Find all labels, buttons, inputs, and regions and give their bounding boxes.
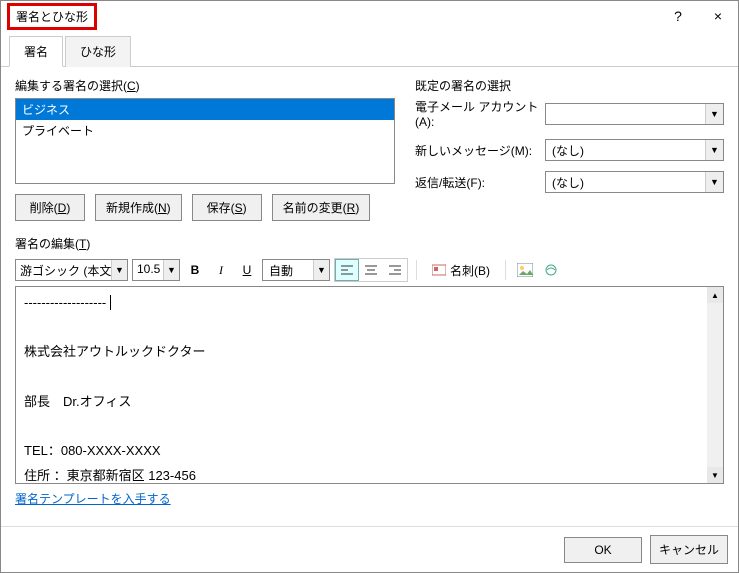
titlebar: 署名とひな形 ? × bbox=[1, 1, 738, 31]
align-left-button[interactable] bbox=[335, 259, 359, 281]
bold-button[interactable]: B bbox=[184, 259, 206, 281]
save-button[interactable]: 保存(S) bbox=[192, 194, 262, 221]
chevron-down-icon: ▼ bbox=[705, 140, 723, 160]
tab-bar: 署名 ひな形 bbox=[1, 35, 738, 67]
list-item[interactable]: ビジネス bbox=[16, 99, 394, 120]
tab-signature[interactable]: 署名 bbox=[9, 36, 63, 67]
ok-button[interactable]: OK bbox=[564, 537, 642, 563]
delete-button[interactable]: 削除(D) bbox=[15, 194, 85, 221]
new-message-combo[interactable]: (なし) ▼ bbox=[545, 139, 724, 161]
align-center-button[interactable] bbox=[359, 259, 383, 281]
font-combo[interactable]: 游ゴシック (本文の ▼ bbox=[15, 259, 128, 281]
chevron-down-icon: ▼ bbox=[313, 260, 329, 280]
edit-signature-label: 署名の編集(T) bbox=[15, 235, 724, 252]
email-account-combo[interactable]: ▼ bbox=[545, 103, 724, 125]
editor-toolbar: 游ゴシック (本文の ▼ 10.5 ▼ B I U 自動 ▼ bbox=[15, 258, 724, 282]
list-item[interactable]: プライベート bbox=[16, 120, 394, 141]
italic-button[interactable]: I bbox=[210, 259, 232, 281]
size-combo[interactable]: 10.5 ▼ bbox=[132, 259, 180, 281]
align-right-icon bbox=[388, 264, 402, 276]
select-signature-label: 編集する署名の選択(C) bbox=[15, 77, 395, 94]
get-templates-link[interactable]: 署名テンプレートを入手する bbox=[15, 490, 171, 507]
card-icon bbox=[432, 264, 446, 276]
link-icon bbox=[543, 263, 559, 277]
help-button[interactable]: ? bbox=[658, 1, 698, 31]
tab-stationery[interactable]: ひな形 bbox=[65, 36, 131, 67]
picture-icon bbox=[517, 263, 533, 277]
chevron-down-icon: ▼ bbox=[163, 260, 179, 280]
rename-button[interactable]: 名前の変更(R) bbox=[272, 194, 371, 221]
align-left-icon bbox=[340, 264, 354, 276]
cancel-button[interactable]: キャンセル bbox=[650, 535, 728, 564]
reply-forward-label: 返信/転送(F): bbox=[415, 174, 545, 191]
editor-scrollbar[interactable]: ▲ ▼ bbox=[707, 287, 723, 483]
dialog-title: 署名とひな形 bbox=[7, 3, 97, 30]
insert-hyperlink-button[interactable] bbox=[540, 259, 562, 281]
dialog-footer: OK キャンセル bbox=[1, 526, 738, 572]
scroll-down-icon: ▼ bbox=[707, 467, 723, 483]
business-card-button[interactable]: 名刺(B) bbox=[425, 259, 497, 282]
insert-picture-button[interactable] bbox=[514, 259, 536, 281]
email-account-label: 電子メール アカウント(A): bbox=[415, 98, 545, 129]
new-button[interactable]: 新規作成(N) bbox=[95, 194, 182, 221]
signature-list[interactable]: ビジネス プライベート bbox=[15, 98, 395, 184]
signature-editor[interactable]: ------------------- 株式会社アウトルックドクター 部長 Dr… bbox=[16, 287, 707, 483]
signatures-dialog: 署名とひな形 ? × 署名 ひな形 編集する署名の選択(C) ビジネス プライベ… bbox=[0, 0, 739, 573]
scroll-up-icon: ▲ bbox=[707, 287, 723, 303]
align-right-button[interactable] bbox=[383, 259, 407, 281]
font-color-combo[interactable]: 自動 ▼ bbox=[262, 259, 330, 281]
chevron-down-icon: ▼ bbox=[705, 172, 723, 192]
default-signature-header: 既定の署名の選択 bbox=[415, 77, 724, 94]
reply-forward-combo[interactable]: (なし) ▼ bbox=[545, 171, 724, 193]
chevron-down-icon: ▼ bbox=[111, 260, 127, 280]
close-button[interactable]: × bbox=[698, 1, 738, 31]
chevron-down-icon: ▼ bbox=[705, 104, 723, 124]
new-message-label: 新しいメッセージ(M): bbox=[415, 142, 545, 159]
align-center-icon bbox=[364, 264, 378, 276]
underline-button[interactable]: U bbox=[236, 259, 258, 281]
